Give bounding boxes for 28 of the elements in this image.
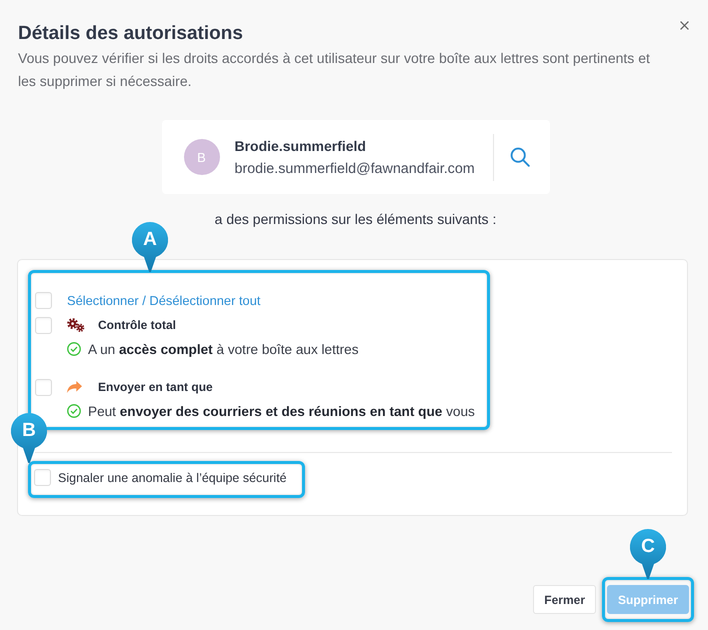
callout-marker: A bbox=[132, 222, 168, 272]
permission-description: A un accès complet à votre boîte aux lettres bbox=[88, 342, 359, 356]
check-circle-icon bbox=[67, 342, 81, 356]
user-name: Brodie.summerfield bbox=[234, 136, 366, 156]
search-icon bbox=[510, 147, 530, 167]
permissions-intro: a des permissions sur les éléments suivants : bbox=[214, 210, 496, 229]
permission-name: Contrôle total bbox=[98, 318, 176, 332]
close-icon bbox=[680, 21, 689, 30]
search-button[interactable] bbox=[510, 147, 530, 167]
callout-marker: B bbox=[11, 413, 47, 463]
check-circle-icon bbox=[67, 404, 81, 418]
checkbox[interactable] bbox=[35, 316, 52, 334]
permission-description: Peut envoyer des courriers et des réunions en tant que vous bbox=[88, 404, 475, 418]
dismiss-button[interactable] bbox=[680, 21, 689, 30]
share-arrow-icon bbox=[67, 381, 82, 393]
checkbox[interactable] bbox=[35, 378, 52, 396]
checkbox[interactable] bbox=[35, 292, 52, 308]
permission-name: Envoyer en tant que bbox=[98, 380, 213, 394]
user-email: brodie.summerfield@fawnandfair.com bbox=[234, 160, 475, 178]
report-label: Signaler une anomalie à l’équipe sécurité bbox=[58, 470, 287, 484]
select-all-link[interactable]: Sélectionner / Désélectionner tout bbox=[67, 292, 260, 308]
checkbox[interactable] bbox=[34, 469, 51, 486]
dialog-description: Vous pouvez vérifier si les droits accordés à cet utilisateur sur votre boîte aux lettres sont pertinents et les supprimer si nécessaire. bbox=[18, 49, 651, 91]
callout-marker: C bbox=[630, 529, 666, 579]
dialog-title: Détails des autorisations bbox=[18, 22, 243, 46]
close-button[interactable]: Fermer bbox=[533, 585, 596, 614]
gears-icon bbox=[67, 318, 85, 332]
avatar: B bbox=[184, 139, 220, 175]
